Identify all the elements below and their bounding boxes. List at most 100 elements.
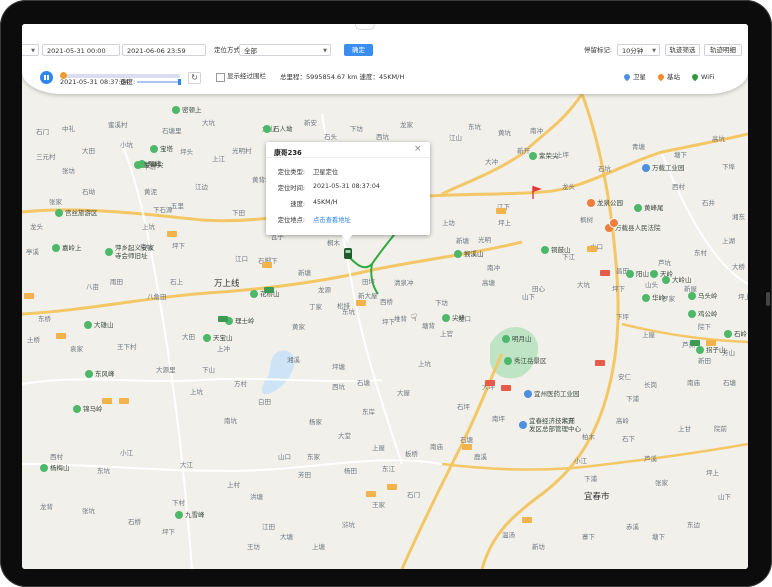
map-poi[interactable]: 黄峰尾	[634, 204, 664, 212]
stop-mark-select[interactable]: 10分钟 ▼	[617, 44, 660, 56]
map-place-label: 东坑	[468, 123, 481, 131]
pause-icon	[44, 75, 46, 80]
map-poi[interactable]: 东风峰	[85, 370, 115, 378]
map-place-label: 上坑	[418, 360, 431, 368]
map-place-label: 坪头	[180, 148, 193, 156]
view-address-link[interactable]: 点击查看地址	[313, 215, 351, 224]
speed-knob[interactable]	[178, 79, 181, 85]
map-place-label: 温汤	[502, 531, 515, 539]
tablet-frame: 中礼三元村小坑蜜溪村石塘里江边光明村龙山黄背坳下田黄泥下石源张家石坳五里龙头上坑…	[0, 0, 772, 587]
map-poi[interactable]: 理士岭	[225, 317, 255, 325]
map-place-label: 南冲	[530, 127, 543, 135]
map-poi[interactable]: 拐子山	[696, 346, 726, 354]
poi-label: 秀江岳景区	[514, 357, 547, 365]
map-place-label: 西坑	[332, 383, 345, 391]
locate-mode-select[interactable]: 全部 ▼	[239, 44, 331, 56]
poi-label: 猴溪山	[464, 250, 484, 258]
popup-close-icon[interactable]: ×	[414, 144, 422, 154]
road-shield	[501, 385, 511, 391]
speed-slider[interactable]	[137, 79, 181, 85]
map-place-label: 上坑	[142, 223, 155, 231]
map-poi[interactable]: 秀江岳景区	[504, 357, 547, 365]
poi-marker-icon	[454, 250, 462, 258]
vehicle-marker-icon[interactable]	[342, 246, 354, 260]
map-poi[interactable]: 华岭	[642, 294, 665, 302]
map-place-label: 东江	[382, 465, 395, 473]
track-select-button[interactable]: 轨迹筛选	[665, 44, 700, 56]
geofence-label: 显示经过围栏	[227, 72, 266, 80]
map-place-label: 上冲	[217, 345, 230, 353]
map-poi[interactable]: 宫丝旅游区	[55, 209, 98, 217]
map-place-label: 桐木	[327, 239, 340, 247]
map-place-label: 王下村	[117, 343, 137, 351]
map-place-label: 南坪	[492, 415, 505, 423]
map-poi[interactable]: 鸡公岭	[688, 310, 718, 318]
device-select[interactable]: ▼	[22, 44, 39, 56]
map-poi[interactable]: 万载工业园	[642, 164, 685, 172]
popup-row-label: 定位类型:	[277, 169, 305, 176]
map-poi[interactable]: 宝塔	[150, 145, 173, 153]
map-poi[interactable]: 龙泉公园	[587, 199, 623, 207]
map-place-label: 三元村	[36, 153, 56, 161]
map-poi[interactable]: 天宝山	[203, 334, 233, 342]
map-poi[interactable]: 宜州医药工业园	[524, 390, 580, 398]
map-poi[interactable]: 杨梅山	[40, 464, 70, 472]
confirm-button[interactable]: 确定	[344, 44, 373, 56]
map-poi[interactable]: 密顿上	[172, 106, 202, 114]
map-place-label: 石上	[170, 278, 183, 286]
map-place-label: 东家	[307, 453, 320, 461]
map-place-label: 高坑	[712, 135, 725, 143]
map-place-label: 南庙	[430, 443, 443, 451]
popup-row-label: 速度:	[290, 201, 305, 208]
chevron-down-icon: ▼	[323, 48, 327, 54]
refresh-button[interactable]: ↻	[188, 72, 201, 84]
map-place-label: 大坑	[202, 119, 215, 127]
map-place-label: 杨家	[309, 418, 322, 426]
road-shield	[522, 517, 532, 523]
poi-label: 大雄山	[94, 321, 114, 329]
map-place-label: 石塘里	[162, 127, 182, 135]
map-place-label: 东岸	[362, 408, 375, 416]
map-place-label: 上湖	[722, 237, 735, 245]
map-poi[interactable]: 大岭山	[662, 276, 692, 284]
track-detail-button[interactable]: 轨迹明细	[704, 44, 742, 56]
map-poi[interactable]: 九雪峰	[175, 511, 205, 519]
poi-marker-icon	[642, 294, 650, 302]
map-place-label: 石坳	[82, 188, 95, 196]
map-place-label: 袁家	[70, 345, 83, 353]
map-poi[interactable]: 石岭	[724, 330, 747, 338]
map-place-label: 新塘	[456, 237, 469, 245]
map-poi[interactable]: 马头岭	[688, 292, 718, 300]
map-poi[interactable]: 明月山	[502, 335, 532, 343]
road-shield	[167, 231, 177, 237]
map-place-label: 上坑	[190, 388, 203, 396]
map-poi[interactable]: 紫荣尖	[529, 152, 559, 160]
map-poi[interactable]: 嘉岭上	[52, 244, 82, 252]
speed-label: 速度:	[120, 78, 136, 86]
map-place-label: 下坊	[435, 299, 448, 307]
pause-button[interactable]	[40, 71, 53, 84]
map-poi[interactable]: 尖峰	[442, 314, 465, 322]
poi-label: 宫丝旅游区	[65, 209, 98, 217]
end-time-input[interactable]: 2021-06-06 23:59	[122, 44, 206, 56]
map-poi[interactable]: 锦马岭	[73, 405, 103, 413]
map-place-label: 石门	[36, 128, 49, 136]
map-place-label: 石坪	[457, 403, 470, 411]
map-poi[interactable]: 阳山	[626, 270, 649, 278]
map-poi[interactable]: 铜鼓山	[541, 246, 571, 254]
map-poi[interactable]: 猴溪山	[454, 250, 484, 258]
map-poi[interactable]: 宜春经济技术开 发区总部管理中心	[519, 417, 581, 433]
start-time-input[interactable]: 2021-05-31 00:00	[42, 44, 120, 56]
map-poi[interactable]: 蒙峰尖	[134, 161, 164, 169]
map-poi[interactable]: 大雄山	[84, 321, 114, 329]
map-place-label: 上屋	[372, 444, 385, 452]
map-poi[interactable]: 石人坳	[263, 125, 293, 133]
poi-label: 拐子山	[706, 346, 726, 354]
map-poi[interactable]: 萍乡起义安家 寺会师旧址	[105, 244, 154, 260]
map-place-label: 堆背	[394, 315, 407, 323]
map-place-label: 龙家	[400, 121, 413, 129]
map-canvas[interactable]: 中礼三元村小坑蜜溪村石塘里江边光明村龙山黄背坳下田黄泥下石源张家石坳五里龙头上坑…	[22, 24, 748, 569]
geofence-checkbox[interactable]	[216, 73, 225, 82]
toolbar-collapse-handle[interactable]	[355, 24, 375, 30]
tablet-side-button	[766, 292, 770, 306]
